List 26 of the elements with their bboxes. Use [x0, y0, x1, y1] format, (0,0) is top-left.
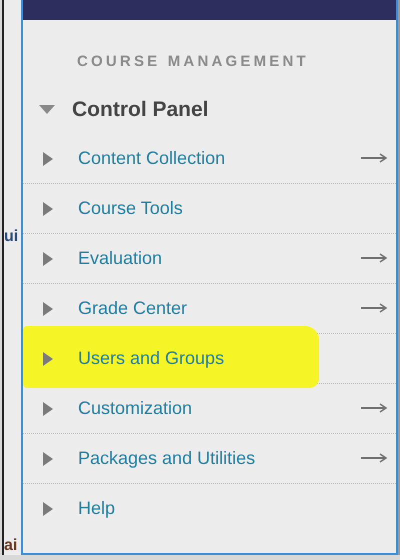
- arrow-right-icon[interactable]: [360, 453, 388, 463]
- caret-right-icon: [43, 452, 53, 466]
- menu-item[interactable]: Customization: [78, 398, 192, 419]
- section-title[interactable]: Control Panel: [72, 98, 209, 122]
- caret-right-icon: [43, 402, 53, 416]
- menu-item[interactable]: Course Tools: [78, 198, 183, 219]
- menu-item[interactable]: Users and Groups: [78, 348, 224, 369]
- menu-item[interactable]: Content Collection: [78, 148, 226, 169]
- caret-right-icon: [43, 352, 53, 366]
- caret-right-icon: [43, 502, 53, 516]
- arrow-right-icon[interactable]: [360, 253, 388, 263]
- menu-item[interactable]: Help: [78, 498, 116, 519]
- arrow-right-icon[interactable]: [360, 403, 388, 413]
- menu-heading: COURSE MANAGEMENT: [77, 53, 309, 70]
- caret-down-icon[interactable]: [39, 105, 55, 115]
- caret-right-icon: [43, 302, 53, 316]
- arrow-right-icon[interactable]: [360, 303, 388, 313]
- menu-item[interactable]: Grade Center: [78, 298, 188, 319]
- cut-text: ai: [4, 537, 18, 555]
- menu-item[interactable]: Evaluation: [78, 248, 162, 269]
- arrow-right-icon[interactable]: [360, 153, 388, 163]
- menu-item[interactable]: Packages and Utilities: [78, 448, 256, 469]
- caret-right-icon: [43, 152, 53, 166]
- caret-right-icon: [43, 202, 53, 216]
- caret-right-icon: [43, 252, 53, 266]
- cut-text: ui: [4, 228, 18, 246]
